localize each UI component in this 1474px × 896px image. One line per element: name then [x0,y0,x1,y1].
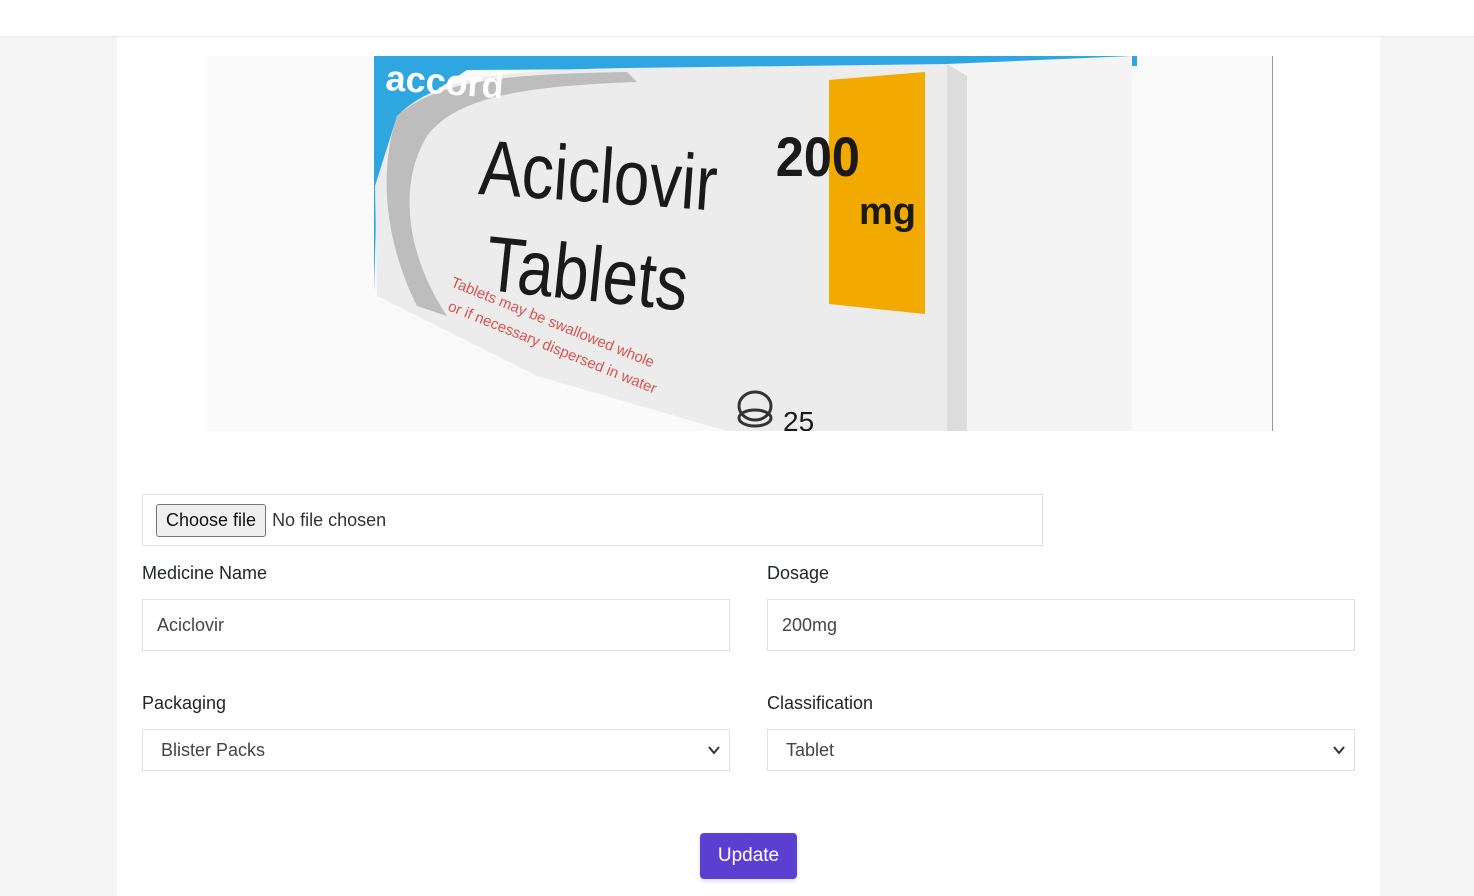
top-navbar [0,0,1474,37]
update-button[interactable]: Update [700,833,797,879]
medicine-name-value: Aciclovir [157,614,225,635]
product-box-illustration: accord Aciclovir Tablets 200 mg Tablets … [207,56,1273,431]
packaging-select[interactable]: Blister Packs [142,729,730,771]
chevron-down-icon [1333,746,1345,755]
strength-unit: mg [859,191,916,233]
chevron-down-icon [708,746,720,755]
choose-file-button[interactable]: Choose file [156,503,267,537]
dosage-input[interactable]: 200mg [767,599,1355,651]
file-status-text: No file chosen [272,509,387,530]
medicine-name-input[interactable]: Aciclovir [142,599,730,651]
classification-select[interactable]: Tablet [767,729,1355,771]
box-title-line1: Aciclovir [477,124,721,228]
packaging-selected-value: Blister Packs [161,739,266,760]
image-border [1272,56,1273,431]
medicine-name-label: Medicine Name [142,563,268,583]
strength-number: 200 [776,127,860,189]
count-text: 25 [783,406,814,431]
packaging-label: Packaging [142,693,227,713]
dosage-value: 200mg [782,614,838,635]
edit-medicine-card: accord Aciclovir Tablets 200 mg Tablets … [117,37,1380,896]
classification-selected-value: Tablet [786,739,835,760]
classification-label: Classification [767,693,874,713]
file-upload-field[interactable]: Choose file No file chosen [142,494,1043,546]
dosage-label: Dosage [767,563,830,583]
brand-logo: accord [384,57,505,106]
product-image: accord Aciclovir Tablets 200 mg Tablets … [207,56,1273,431]
